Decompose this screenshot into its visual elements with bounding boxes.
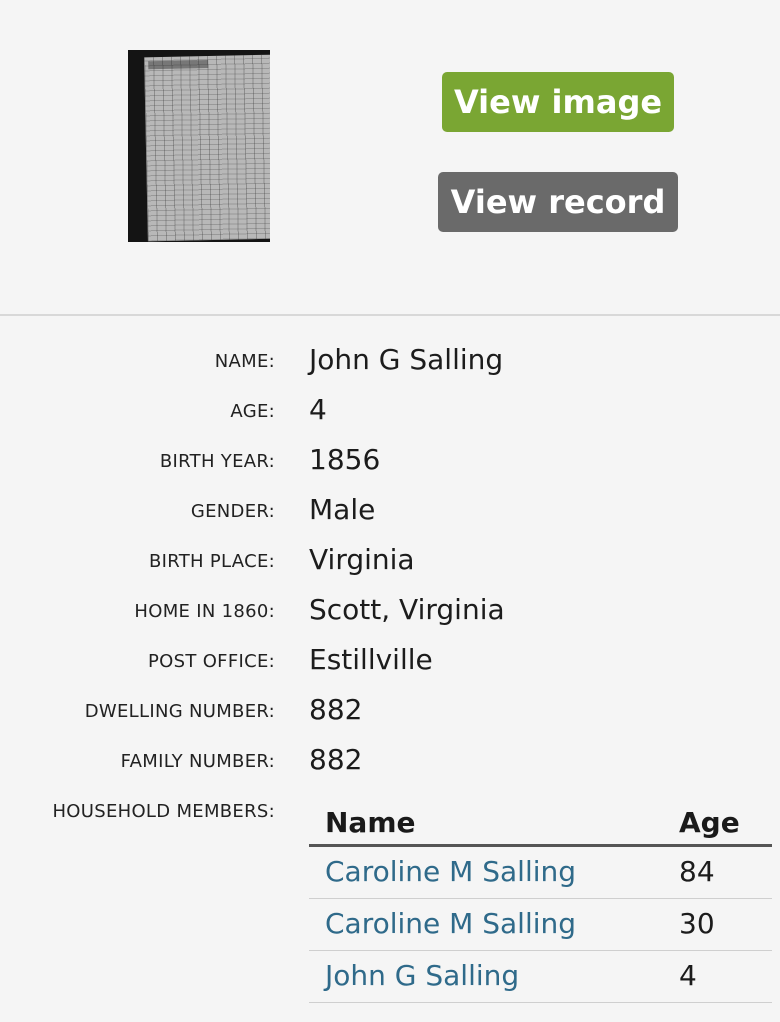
post-office-value: Estillville [309,643,433,676]
view-image-button[interactable]: View image [442,72,674,132]
gender-label: GENDER: [190,501,275,522]
column-header-age: Age [679,806,740,839]
member-name-link[interactable]: John G Salling [325,959,519,992]
post-office-label: POST OFFICE: [148,651,275,672]
name-label: NAME: [214,351,275,372]
table-header: Name Age [309,800,772,847]
column-header-name: Name [325,806,416,839]
age-label: AGE: [230,401,275,422]
member-name-link[interactable]: Caroline M Salling [325,855,576,888]
family-number-value: 882 [309,743,363,776]
dwelling-number-value: 882 [309,693,363,726]
dwelling-number-label: DWELLING NUMBER: [84,701,275,722]
table-row: Caroline M Salling 30 [309,899,772,951]
birth-year-value: 1856 [309,443,381,476]
record-image-thumbnail[interactable] [128,50,270,242]
view-record-button[interactable]: View record [438,172,678,232]
household-members-label: HOUSEHOLD MEMBERS: [52,801,275,822]
member-age: 4 [679,959,697,992]
birth-place-value: Virginia [309,543,415,576]
birth-year-label: BIRTH YEAR: [159,451,275,472]
home-value: Scott, Virginia [309,593,505,626]
household-members-table: Name Age Caroline M Salling 84 Caroline … [309,800,772,1003]
age-value: 4 [309,393,327,426]
census-page-image [144,54,270,242]
section-divider [0,314,780,316]
table-row: Caroline M Salling 84 [309,847,772,899]
home-label: HOME IN 1860: [134,601,275,622]
birth-place-label: BIRTH PLACE: [148,551,275,572]
table-row: John G Salling 4 [309,951,772,1003]
member-age: 84 [679,855,715,888]
family-number-label: FAMILY NUMBER: [120,751,275,772]
member-age: 30 [679,907,715,940]
name-value: John G Salling [309,343,504,376]
member-name-link[interactable]: Caroline M Salling [325,907,576,940]
gender-value: Male [309,493,376,526]
